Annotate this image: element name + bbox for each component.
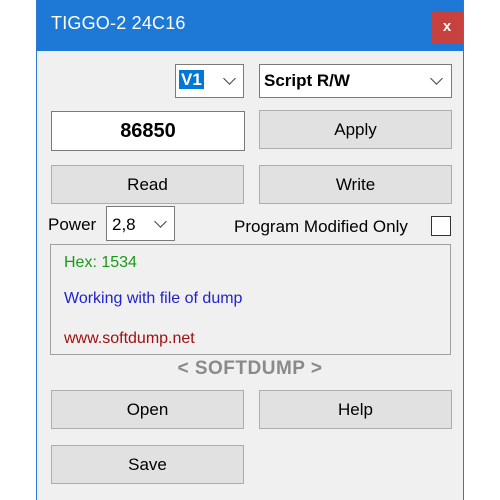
save-button[interactable]: Save — [51, 445, 244, 484]
version-select-value: V1 — [179, 70, 204, 90]
hex-value: Hex: 1534 — [64, 254, 137, 271]
power-select[interactable]: 2,8 — [106, 206, 175, 241]
close-button[interactable]: x — [431, 11, 463, 44]
chevron-down-icon — [154, 215, 167, 228]
power-select-value: 2,8 — [112, 215, 136, 234]
chevron-down-icon — [430, 72, 443, 85]
power-label: Power — [48, 215, 97, 234]
open-button[interactable]: Open — [51, 390, 244, 429]
version-select-selected: V1 — [179, 70, 204, 89]
title-bar: TIGGO-2 24C16 x — [37, 0, 463, 51]
apply-button[interactable]: Apply — [259, 110, 452, 149]
program-modified-checkbox[interactable] — [431, 216, 451, 236]
brand-label: < SOFTDUMP > — [177, 358, 323, 379]
chevron-down-icon — [223, 72, 236, 85]
value-field[interactable]: 86850 — [51, 111, 245, 151]
window-title: TIGGO-2 24C16 — [51, 13, 186, 33]
app-window: TIGGO-2 24C16 x V1 Script R/W 86850 Appl… — [36, 0, 464, 500]
program-modified-label: Program Modified Only — [234, 217, 408, 236]
status-message: Working with file of dump — [64, 290, 243, 307]
info-panel: Hex: 1534 Working with file of dump www.… — [50, 244, 451, 355]
version-select[interactable]: V1 — [175, 64, 244, 98]
read-button[interactable]: Read — [51, 165, 244, 204]
mode-select-value: Script R/W — [264, 71, 350, 90]
website-link[interactable]: www.softdump.net — [64, 330, 195, 348]
help-button[interactable]: Help — [259, 390, 452, 429]
write-button[interactable]: Write — [259, 165, 452, 204]
mode-select[interactable]: Script R/W — [259, 64, 452, 98]
